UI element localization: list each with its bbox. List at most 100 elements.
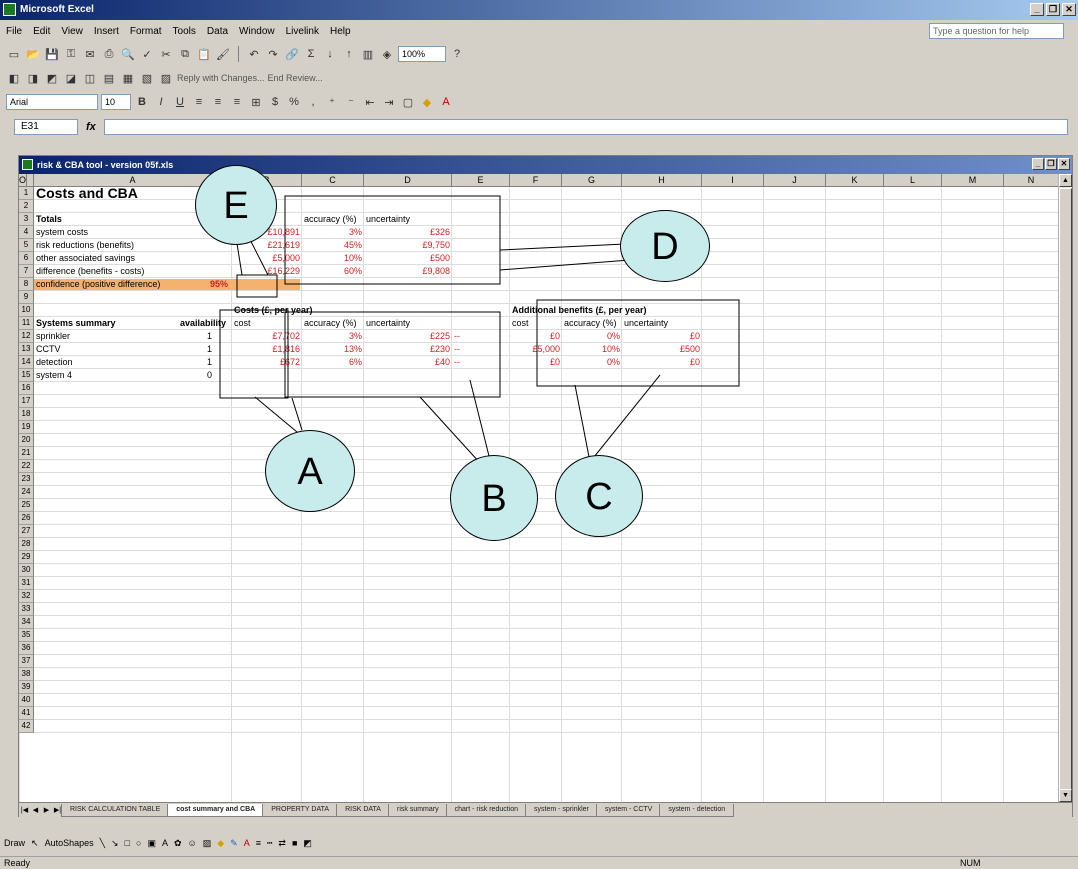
benefits-accuracy-header[interactable]: accuracy (%) xyxy=(564,318,620,329)
print-icon[interactable]: ⎙ xyxy=(101,46,117,62)
totals-row-label[interactable]: other associated savings xyxy=(36,253,230,264)
menu-data[interactable]: Data xyxy=(207,26,228,37)
percent-icon[interactable]: % xyxy=(286,94,302,110)
help-search-input[interactable]: Type a question for help xyxy=(929,23,1064,39)
reviewing-icon-4[interactable]: ◪ xyxy=(63,70,79,86)
new-icon[interactable]: ▭ xyxy=(6,46,22,62)
row-header-19[interactable]: 19 xyxy=(19,421,34,434)
column-header-m[interactable]: M xyxy=(942,174,1004,187)
vertical-scrollbar[interactable]: ▲ ▼ xyxy=(1058,174,1072,802)
menu-help[interactable]: Help xyxy=(330,26,351,37)
copy-icon[interactable]: ⧉ xyxy=(177,46,193,62)
row-header-33[interactable]: 33 xyxy=(19,603,34,616)
permission-icon[interactable]: ⚿ xyxy=(63,46,79,62)
totals-accuracy-header[interactable]: accuracy (%) xyxy=(304,214,362,225)
wb-restore-icon[interactable]: ❐ xyxy=(1045,158,1057,170)
row-header-15[interactable]: 15 xyxy=(19,369,34,382)
close-icon[interactable]: ✕ xyxy=(1062,3,1076,16)
scroll-thumb[interactable] xyxy=(1059,188,1072,790)
formula-input[interactable] xyxy=(103,119,1068,135)
align-left-icon[interactable]: ≡ xyxy=(191,94,207,110)
column-header-i[interactable]: I xyxy=(702,174,764,187)
email-icon[interactable]: ✉ xyxy=(82,46,98,62)
save-icon[interactable]: 💾 xyxy=(44,46,60,62)
totals-uncertainty[interactable]: £326 xyxy=(366,227,450,238)
row-header-10[interactable]: 10 xyxy=(19,304,34,317)
system-accuracy[interactable]: 3% xyxy=(304,331,362,342)
comma-icon[interactable]: , xyxy=(305,94,321,110)
benefit-cost[interactable]: £0 xyxy=(512,357,560,368)
totals-accuracy[interactable]: 3% xyxy=(304,227,362,238)
benefit-cost[interactable]: £5,000 xyxy=(512,344,560,355)
system-availability[interactable]: 1 xyxy=(154,344,212,355)
system-cost[interactable]: £1,816 xyxy=(234,344,300,355)
column-header-j[interactable]: J xyxy=(764,174,826,187)
totals-accuracy[interactable]: 10% xyxy=(304,253,362,264)
row-header-11[interactable]: 11 xyxy=(19,317,34,330)
row-header-29[interactable]: 29 xyxy=(19,551,34,564)
reviewing-icon-8[interactable]: ▧ xyxy=(139,70,155,86)
name-box[interactable]: E31 xyxy=(14,119,78,135)
textbox-icon[interactable]: ▣ xyxy=(147,838,156,849)
row-header-7[interactable]: 7 xyxy=(19,265,34,278)
sheet-tab[interactable]: system - detection xyxy=(659,803,735,817)
row-header-25[interactable]: 25 xyxy=(19,499,34,512)
wb-minimize-icon[interactable]: _ xyxy=(1032,158,1044,170)
arrow-icon[interactable]: ↘ xyxy=(111,838,119,849)
clipart-icon[interactable]: ☺ xyxy=(188,838,197,848)
totals-row-label[interactable]: difference (benefits - costs) xyxy=(36,266,230,277)
benefits-cost-header[interactable]: cost xyxy=(512,318,560,329)
costs-uncertainty-header[interactable]: uncertainty xyxy=(366,318,450,329)
column-header-h[interactable]: H xyxy=(622,174,702,187)
increase-decimal-icon[interactable]: ⁺ xyxy=(324,94,340,110)
totals-uncertainty[interactable]: £500 xyxy=(366,253,450,264)
system-uncertainty[interactable]: £40 xyxy=(366,357,450,368)
row-header-12[interactable]: 12 xyxy=(19,330,34,343)
align-right-icon[interactable]: ≡ xyxy=(229,94,245,110)
row-header-20[interactable]: 20 xyxy=(19,434,34,447)
bold-icon[interactable]: B xyxy=(134,94,150,110)
system-uncertainty[interactable]: £230 xyxy=(366,344,450,355)
row-header-36[interactable]: 36 xyxy=(19,642,34,655)
totals-row-label[interactable]: system costs xyxy=(36,227,230,238)
system-accuracy[interactable]: 6% xyxy=(304,357,362,368)
reviewing-icon-1[interactable]: ◧ xyxy=(6,70,22,86)
menu-edit[interactable]: Edit xyxy=(33,26,50,37)
open-icon[interactable]: 📂 xyxy=(25,46,41,62)
paste-icon[interactable]: 📋 xyxy=(196,46,212,62)
reviewing-icon-2[interactable]: ◨ xyxy=(25,70,41,86)
reviewing-icon-3[interactable]: ◩ xyxy=(44,70,60,86)
row-header-30[interactable]: 30 xyxy=(19,564,34,577)
row-header-41[interactable]: 41 xyxy=(19,707,34,720)
row-header-6[interactable]: 6 xyxy=(19,252,34,265)
spelling-icon[interactable]: ✓ xyxy=(139,46,155,62)
totals-uncertainty[interactable]: £9,808 xyxy=(366,266,450,277)
draw-menu[interactable]: Draw xyxy=(4,838,25,848)
row-header-28[interactable]: 28 xyxy=(19,538,34,551)
next-sheet-icon[interactable]: ▶ xyxy=(41,806,52,814)
row-header-3[interactable]: 3 xyxy=(19,213,34,226)
sheet-tab[interactable]: chart - risk reduction xyxy=(445,803,528,817)
sheet-tab[interactable]: system - sprinkler xyxy=(525,803,598,817)
spreadsheet-grid[interactable]: ABCDEFGHIJKLMNO1234567891011121314151617… xyxy=(19,174,1059,802)
wb-close-icon[interactable]: ✕ xyxy=(1058,158,1070,170)
underline-icon[interactable]: U xyxy=(172,94,188,110)
font-color-icon[interactable]: A xyxy=(438,94,454,110)
system-availability[interactable]: 1 xyxy=(154,357,212,368)
row-header-24[interactable]: 24 xyxy=(19,486,34,499)
restore-icon[interactable]: ❐ xyxy=(1046,3,1060,16)
benefit-accuracy[interactable]: 0% xyxy=(564,357,620,368)
row-header-42[interactable]: 42 xyxy=(19,720,34,733)
menu-tools[interactable]: Tools xyxy=(173,26,196,37)
system-cost[interactable]: £672 xyxy=(234,357,300,368)
align-center-icon[interactable]: ≡ xyxy=(210,94,226,110)
reply-with-changes-button[interactable]: Reply with Changes... xyxy=(177,73,265,83)
dash-style-icon[interactable]: ┅ xyxy=(267,838,272,849)
benefit-uncertainty[interactable]: £500 xyxy=(624,344,700,355)
totals-cost[interactable]: £5,000 xyxy=(234,253,300,264)
costs-section-header[interactable]: Costs (£, per year) xyxy=(234,305,410,316)
benefit-accuracy[interactable]: 10% xyxy=(564,344,620,355)
column-header-g[interactable]: G xyxy=(562,174,622,187)
system-cost[interactable]: £7,702 xyxy=(234,331,300,342)
row-header-34[interactable]: 34 xyxy=(19,616,34,629)
